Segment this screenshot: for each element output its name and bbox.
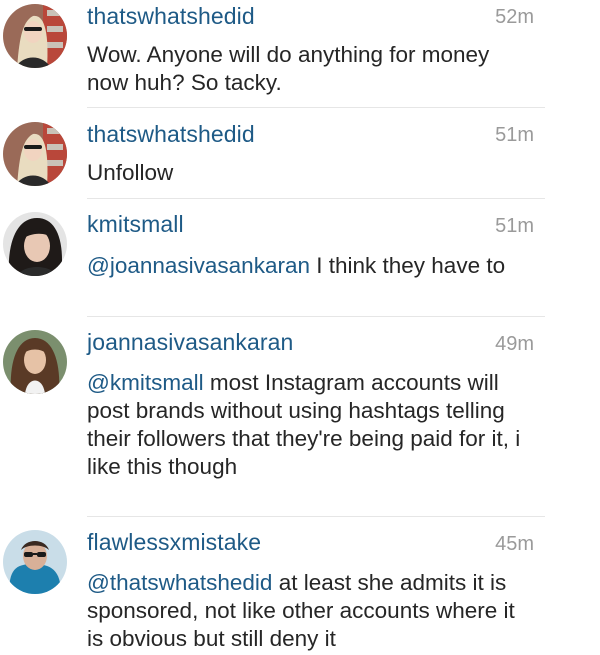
- comment-text: Wow. Anyone will do anything for money n…: [87, 41, 527, 97]
- comment-mention[interactable]: @kmitsmall: [87, 370, 204, 395]
- avatar[interactable]: [3, 530, 67, 594]
- divider: [87, 107, 545, 108]
- comment-username[interactable]: kmitsmall: [87, 211, 184, 238]
- dark-hair-user-avatar-icon: [3, 212, 67, 276]
- avatar[interactable]: [3, 4, 67, 68]
- avatar[interactable]: [3, 212, 67, 276]
- comment-text: @joannasivasankaran I think they have to: [87, 252, 527, 280]
- divider: [87, 198, 545, 199]
- comment-timestamp: 51m: [495, 124, 534, 146]
- comment-body: Unfollow: [87, 160, 174, 185]
- divider: [87, 316, 545, 317]
- brunette-user-avatar-icon: [3, 330, 67, 394]
- comment-body: Wow. Anyone will do anything for money n…: [87, 42, 490, 95]
- comment-mention[interactable]: @joannasivasankaran: [87, 253, 310, 278]
- divider: [87, 516, 545, 517]
- comment-timestamp: 45m: [495, 533, 534, 555]
- sunglasses-user-avatar-icon: [3, 530, 67, 594]
- comment-text: @thatswhatshedid at least she admits it …: [87, 569, 527, 653]
- comment-username[interactable]: joannasivasankaran: [87, 329, 293, 356]
- comment-timestamp: 51m: [495, 215, 534, 237]
- comment-body: I think they have to: [309, 253, 506, 278]
- comment-username[interactable]: flawlessxmistake: [87, 529, 261, 556]
- comment-username[interactable]: thatswhatshedid: [87, 3, 255, 30]
- comment-username[interactable]: thatswhatshedid: [87, 121, 255, 148]
- comment-text: Unfollow: [87, 159, 527, 187]
- comment-text: @kmitsmall most Instagram accounts will …: [87, 369, 527, 481]
- blonde-user-avatar-icon: [3, 122, 67, 186]
- comment-mention[interactable]: @thatswhatshedid: [87, 570, 272, 595]
- comment-timestamp: 52m: [495, 6, 534, 28]
- avatar[interactable]: [3, 330, 67, 394]
- comment-timestamp: 49m: [495, 333, 534, 355]
- avatar[interactable]: [3, 122, 67, 186]
- blonde-user-avatar-icon: [3, 4, 67, 68]
